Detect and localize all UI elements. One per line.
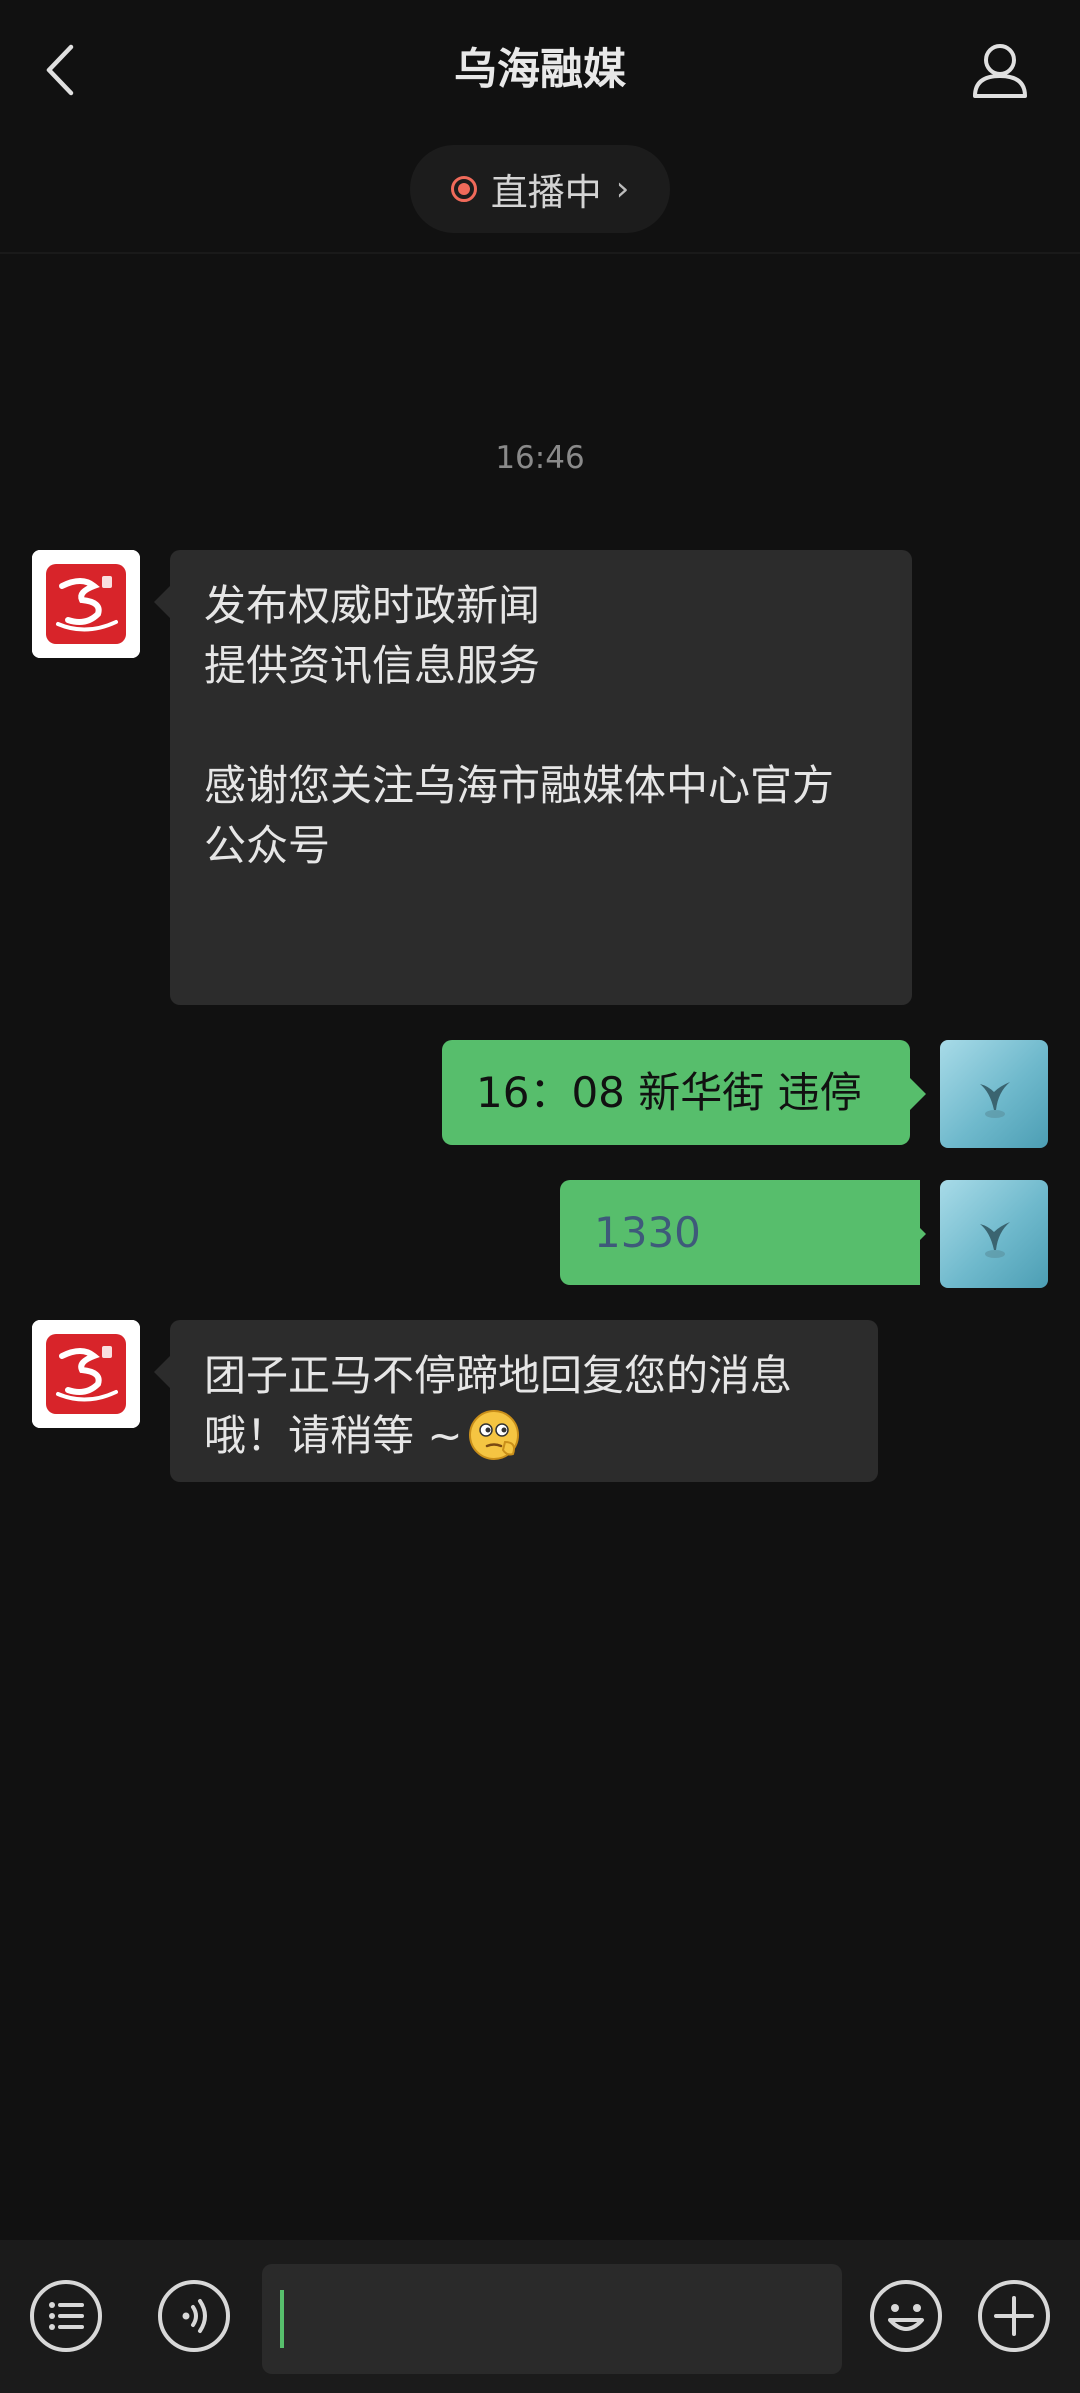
- message-bubble-outgoing[interactable]: 16：08 新华街 违停: [442, 1040, 926, 1145]
- message-timestamp: 16:46: [495, 440, 585, 476]
- message-line: 哦！请稍等 ~: [204, 1406, 844, 1466]
- whale-tail-icon: [980, 1222, 1010, 1258]
- message-bubble-incoming[interactable]: 发布权威时政新闻 提供资讯信息服务 感谢您关注乌海市融媒体中心官方 公众号: [154, 550, 912, 1005]
- voice-icon: [158, 2280, 230, 2352]
- message-bubble-incoming[interactable]: 团子正马不停蹄地回复您的消息 哦！请稍等 ~: [154, 1320, 878, 1482]
- user-avatar[interactable]: [940, 1040, 1048, 1148]
- profile-button[interactable]: [960, 30, 1040, 110]
- wuhai-media-logo-icon: [32, 550, 140, 658]
- plus-icon: [978, 2280, 1050, 2352]
- voice-button[interactable]: [152, 2274, 236, 2358]
- user-avatar[interactable]: [940, 1180, 1048, 1288]
- chevron-right-icon: ›: [615, 169, 630, 209]
- wuhai-media-logo-icon: [32, 1320, 140, 1428]
- menu-list-icon: [30, 2280, 102, 2352]
- message-line: [204, 696, 878, 756]
- live-label: 直播中: [490, 171, 602, 214]
- divider: [0, 252, 1080, 254]
- text-caret: [280, 2290, 284, 2348]
- more-actions-button[interactable]: [972, 2274, 1056, 2358]
- menu-button[interactable]: [24, 2274, 108, 2358]
- message-input[interactable]: [262, 2264, 842, 2374]
- back-arrow-icon: [46, 44, 74, 96]
- chat-title: 乌海融媒: [454, 45, 626, 95]
- message-line-text: 哦！请稍等 ~: [204, 1411, 463, 1460]
- message-bubble-outgoing[interactable]: 1330: [560, 1180, 926, 1285]
- message-line: 提供资讯信息服务: [204, 641, 541, 690]
- emoji-icon: [870, 2280, 942, 2352]
- thinking-face-emoji-icon: [468, 1410, 519, 1460]
- message-line: 团子正马不停蹄地回复您的消息: [204, 1351, 793, 1400]
- message-line: 发布权威时政新闻: [204, 581, 541, 630]
- message-line: 感谢您关注乌海市融媒体中心官方: [204, 761, 835, 810]
- live-record-icon: [450, 176, 477, 202]
- emoji-button[interactable]: [864, 2274, 948, 2358]
- back-button[interactable]: [30, 35, 90, 105]
- input-toolbar: [0, 2240, 1080, 2393]
- message-line: 公众号: [204, 821, 331, 870]
- whale-tail-icon: [980, 1082, 1010, 1118]
- redacted-region: [720, 1180, 920, 1285]
- official-account-avatar[interactable]: [32, 1320, 140, 1428]
- official-account-avatar[interactable]: [32, 550, 140, 658]
- message-text: 1330: [594, 1208, 701, 1257]
- header: 乌海融媒: [0, 0, 1080, 140]
- person-icon: [973, 44, 1027, 98]
- live-stream-button[interactable]: 直播中 ›: [410, 145, 670, 233]
- message-text: 16：08 新华街 违停: [476, 1068, 862, 1117]
